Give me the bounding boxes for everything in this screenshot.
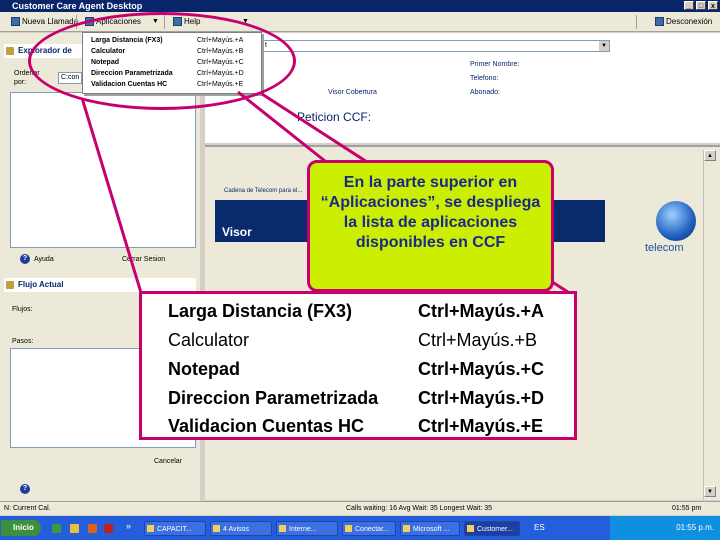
telecom-globe-icon (656, 201, 696, 241)
help-circle-icon[interactable]: ? (20, 484, 30, 494)
zoom-item-shortcut: Ctrl+Mayús.+B (418, 330, 538, 350)
folder-icon (147, 525, 154, 532)
phone-label: Telefono: (470, 75, 499, 82)
status-user: N: Current Cal. (4, 505, 51, 512)
folder-icon (6, 47, 14, 55)
zoom-item-label: Calculator (168, 330, 250, 350)
folder-icon[interactable] (70, 524, 79, 533)
status-queue: Calls waiting: 16 Avg Wait: 35 Longest W… (346, 505, 493, 512)
help-link[interactable]: Ayuda (34, 256, 54, 263)
flow-pane-header: Flujo Actual (4, 278, 196, 292)
order-by-label: por: (14, 79, 27, 86)
taskbar-item-capacit[interactable]: CAPACIT... (144, 521, 206, 536)
scroll-down-icon[interactable]: ▼ (704, 486, 716, 497)
taskbar-item-customer[interactable]: Customer... (464, 521, 520, 536)
zoom-item-shortcut: Ctrl+Mayús.+A (418, 301, 545, 321)
window-title: Customer Care Agent Desktop (12, 1, 143, 11)
content-breadcrumb[interactable]: Cadena de Telecom para el... (224, 188, 302, 194)
browser-icon (279, 525, 286, 532)
zoom-item-validacion-cuentas: Validacion Cuentas HC Ctrl+Mayús.+E (168, 413, 543, 439)
help-circle-icon[interactable]: ? (20, 254, 30, 264)
instruction-callout: En la parte superior en “Aplicaciones”, … (307, 160, 554, 292)
zoom-item-larga-distancia: Larga Distancia (FX3) Ctrl+Mayús.+A (168, 298, 544, 324)
taskbar-item-internet[interactable]: Interne... (276, 521, 338, 536)
network-icon (345, 525, 352, 532)
zoom-item-shortcut: Ctrl+Mayús.+C (418, 359, 545, 379)
taskbar-item-label: CAPACIT... (157, 526, 192, 533)
phone-icon (11, 17, 20, 26)
coverage-label[interactable]: Visor Cobertura (328, 89, 377, 96)
zoom-item-label: Direccion Parametrizada (168, 388, 379, 408)
menu-zoom-box: Larga Distancia (FX3) Ctrl+Mayús.+A Calc… (139, 291, 577, 440)
subscriber-label: Abonado: (470, 89, 500, 96)
window-controls: _ □ x (684, 1, 718, 10)
release-icon (655, 17, 664, 26)
folder-icon (213, 525, 220, 532)
zoom-item-shortcut: Ctrl+Mayús.+E (418, 416, 544, 436)
toolbar-divider (636, 15, 637, 29)
taskbar-item-microsoft[interactable]: Microsoft ... (400, 521, 460, 536)
scroll-up-icon[interactable]: ▲ (704, 150, 716, 161)
content-scrollbar[interactable]: ▲ ▼ (703, 150, 716, 500)
zoom-item-shortcut: Ctrl+Mayús.+D (418, 388, 545, 408)
flow-title: Flujo Actual (18, 280, 64, 289)
customer-combo[interactable]: t ▼ (262, 40, 610, 52)
cancel-link[interactable]: Cancelar (154, 458, 182, 465)
taskbar-item-avisos[interactable]: 4 Avisos (210, 521, 272, 536)
taskbar-item-label: Customer... (477, 526, 513, 533)
menu-highlight-ellipse (28, 12, 296, 110)
explorer-tree[interactable] (10, 92, 196, 248)
close-button[interactable]: x (708, 1, 718, 10)
language-indicator[interactable]: ES (534, 523, 545, 532)
window-titlebar: Customer Care Agent Desktop _ □ x (0, 0, 720, 12)
taskbar-item-label: Conectar... (355, 526, 389, 533)
close-session-link[interactable]: Cerrar Sesion (122, 256, 165, 263)
maximize-button[interactable]: □ (696, 1, 706, 10)
zoom-item-label: Validacion Cuentas HC (168, 416, 365, 436)
taskbar-item-label: Interne... (289, 526, 317, 533)
zoom-item-label: Notepad (168, 359, 240, 379)
media-icon[interactable] (104, 524, 113, 533)
taskbar-item-label: 4 Avisos (223, 526, 249, 533)
minimize-button[interactable]: _ (684, 1, 694, 10)
taskbar-clock[interactable]: 01:55 p.m. (676, 523, 714, 532)
release-button[interactable]: Desconexión (654, 15, 712, 29)
system-tray: 01:55 p.m. (610, 516, 720, 540)
peticion-ccf-label: Peticion CCF: (297, 110, 372, 124)
flow-icon (6, 281, 14, 289)
taskbar-item-label: Microsoft ... (413, 526, 450, 533)
excel-icon[interactable] (52, 524, 61, 533)
release-label: Desconexión (666, 17, 713, 26)
zoom-item-calculator: Calculator Ctrl+Mayús.+B (168, 327, 537, 353)
outlook-icon[interactable] (88, 524, 97, 533)
visor-title: Visor (222, 225, 252, 239)
steps-label: Pasos: (12, 338, 34, 345)
first-name-label: Primer Nombre: (470, 61, 520, 68)
flows-label: Flujos: (12, 306, 33, 313)
telecom-logo-text: telecom (645, 242, 684, 254)
zoom-item-label: Larga Distancia (FX3) (168, 301, 353, 321)
word-icon (403, 525, 410, 532)
status-time: 01:55 pm (672, 505, 702, 512)
taskbar-item-conectar[interactable]: Conectar... (342, 521, 396, 536)
app-icon (467, 525, 474, 532)
zoom-item-direccion-parametrizada: Direccion Parametrizada Ctrl+Mayús.+D (168, 385, 544, 411)
zoom-item-notepad: Notepad Ctrl+Mayús.+C (168, 356, 544, 382)
status-bar: N: Current Cal. Calls waiting: 16 Avg Wa… (0, 501, 720, 515)
taskbar-overflow[interactable]: » (126, 521, 131, 531)
start-button[interactable]: Inicio (1, 520, 41, 536)
chevron-down-icon[interactable]: ▼ (599, 41, 609, 51)
